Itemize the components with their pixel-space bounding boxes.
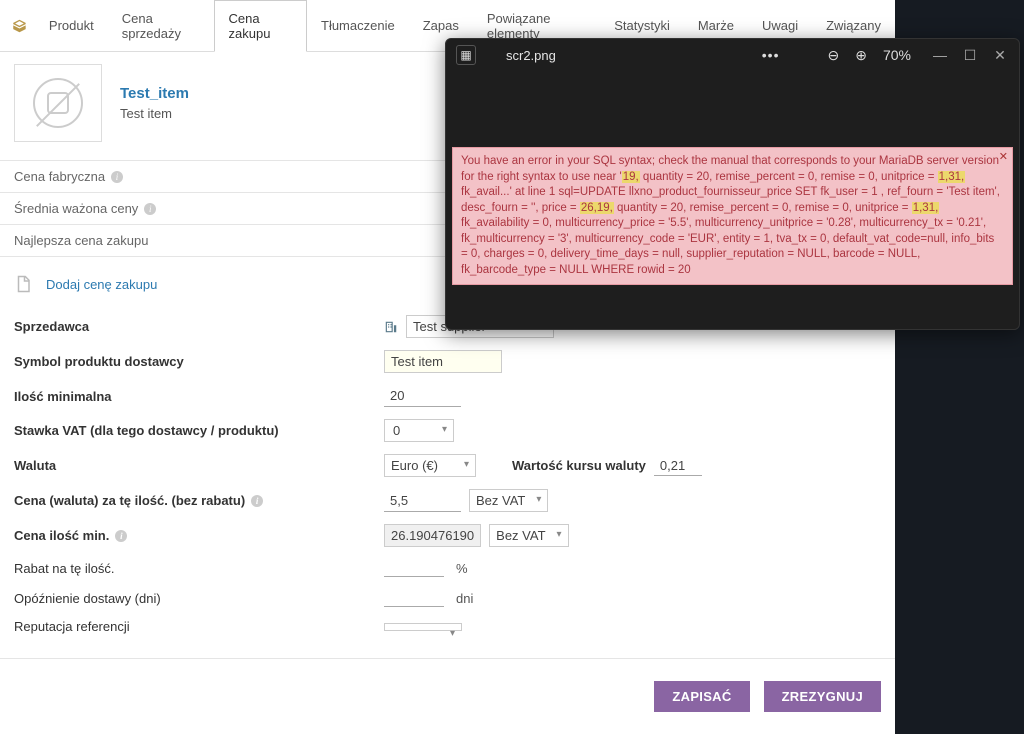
info-icon: i — [144, 203, 156, 215]
price-qty-input[interactable]: 5,5 — [384, 490, 461, 512]
error-close-icon[interactable]: ✕ — [999, 150, 1008, 165]
document-icon — [14, 275, 32, 293]
tab-buy-price[interactable]: Cena zakupu — [214, 0, 307, 52]
err-h4: 1,31, — [912, 202, 940, 214]
price-min-label: Cena ilość min. — [14, 528, 109, 543]
reputation-select[interactable] — [384, 623, 462, 631]
tax-toggle-2[interactable]: Bez VAT — [489, 524, 568, 547]
tax-toggle-1[interactable]: Bez VAT — [469, 489, 548, 512]
minimize-icon[interactable]: — — [931, 47, 949, 63]
currency-label: Waluta — [14, 458, 384, 473]
delay-label: Opóźnienie dostawy (dni) — [14, 591, 384, 606]
price-min-input: 26.190476190 — [384, 524, 481, 547]
viewer-app-icon: ▦ — [456, 45, 476, 65]
building-icon — [384, 320, 398, 334]
err-h3: 26,19, — [580, 202, 614, 214]
discount-unit: % — [456, 561, 468, 576]
delay-unit: dni — [456, 591, 473, 606]
supplier-label: Sprzedawca — [14, 319, 384, 334]
tab-product[interactable]: Produkt — [35, 8, 108, 43]
zoom-out-icon[interactable]: ⊖ — [828, 47, 840, 64]
no-image-icon — [33, 78, 83, 128]
err-m3: quantity = 20, remise_percent = 0, remis… — [614, 202, 912, 214]
discount-input[interactable] — [384, 559, 444, 577]
zoom-in-icon[interactable]: ⊕ — [855, 47, 867, 64]
box-icon — [12, 17, 27, 35]
min-qty-input[interactable]: 20 — [384, 385, 461, 407]
product-ref-link[interactable]: Test_item — [120, 85, 189, 102]
reputation-label: Reputacja referencji — [14, 619, 384, 634]
rate-label: Wartość kursu waluty — [512, 458, 646, 473]
min-qty-label: Ilość minimalna — [14, 389, 384, 404]
tab-translation[interactable]: Tłumaczenie — [307, 8, 409, 43]
viewer-filename: scr2.png — [506, 48, 556, 63]
discount-label: Rabat na tę ilość. — [14, 561, 384, 576]
more-icon[interactable]: ••• — [762, 47, 780, 63]
price-qty-label: Cena (waluta) za tę ilość. (bez rabatu) — [14, 493, 245, 508]
info-icon: i — [115, 530, 127, 542]
info-icon: i — [251, 495, 263, 507]
zoom-level: 70% — [883, 47, 911, 63]
err-m1: quantity = 20, remise_percent = 0, remis… — [640, 171, 938, 183]
currency-select[interactable]: Euro (€) — [384, 454, 476, 477]
maximize-icon[interactable]: ☐ — [961, 47, 979, 64]
vat-rate-select[interactable]: 0 — [384, 419, 454, 442]
close-icon[interactable]: ✕ — [991, 47, 1009, 64]
cancel-button[interactable]: ZREZYGNUJ — [764, 681, 881, 712]
image-viewer-window: ▦ scr2.png ••• ⊖ ⊕ 70% — ☐ ✕ ✕ You have … — [445, 38, 1020, 330]
avg-price-label: Średnia ważona ceny — [14, 201, 138, 216]
best-price-label: Najlepsza cena zakupu — [14, 233, 148, 248]
info-icon: i — [111, 171, 123, 183]
rate-input[interactable]: 0,21 — [654, 456, 702, 476]
sql-error-panel: ✕ You have an error in your SQL syntax; … — [452, 147, 1013, 285]
save-button[interactable]: ZAPISAĆ — [654, 681, 749, 712]
tab-sell-price[interactable]: Cena sprzedaży — [108, 1, 214, 51]
delay-input[interactable] — [384, 589, 444, 607]
add-link-text: Dodaj cenę zakupu — [46, 277, 157, 292]
supplier-code-input[interactable]: Test item — [384, 350, 502, 373]
err-h1: 19, — [622, 171, 640, 183]
err-post: fk_availability = 0, multicurrency_price… — [461, 217, 994, 276]
supplier-code-label: Symbol produktu dostawcy — [14, 354, 384, 369]
vat-rate-label: Stawka VAT (dla tego dostawcy / produktu… — [14, 423, 384, 438]
err-h2: 1,31, — [938, 171, 966, 183]
product-name: Test item — [120, 106, 189, 121]
product-thumbnail — [14, 64, 102, 142]
factory-price-label: Cena fabryczna — [14, 169, 105, 184]
